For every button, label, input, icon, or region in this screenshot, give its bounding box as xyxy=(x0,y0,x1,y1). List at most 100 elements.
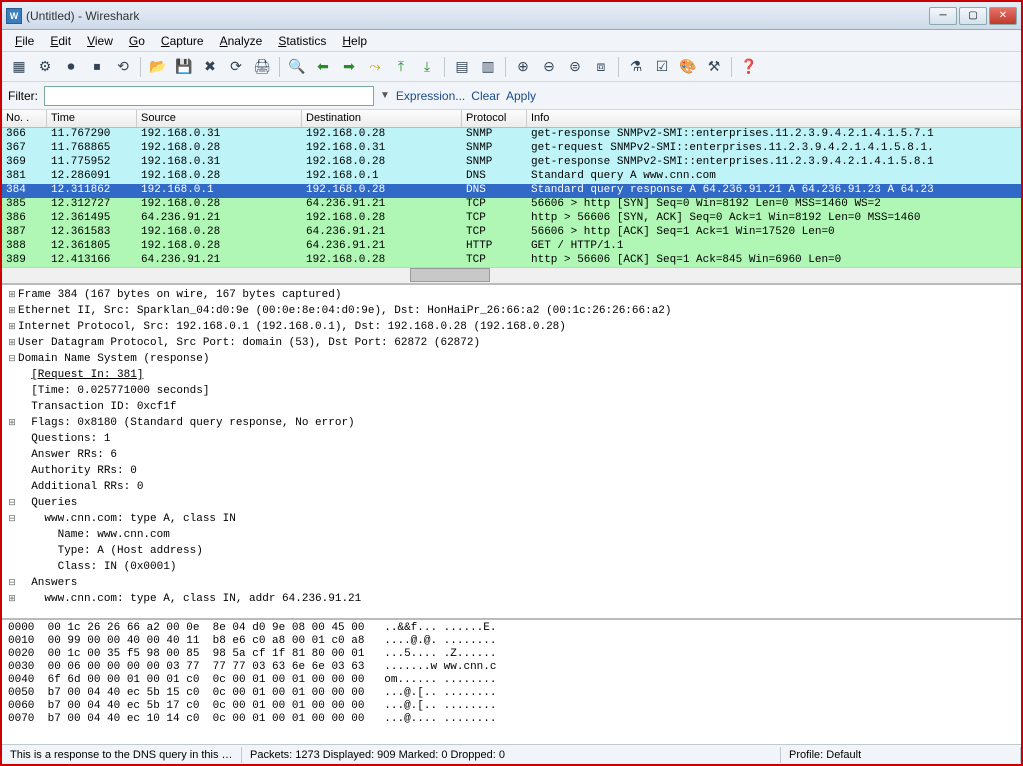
zoom-fit-icon[interactable]: ⊜ xyxy=(564,56,586,78)
close-button[interactable]: ✕ xyxy=(989,7,1017,25)
col-info[interactable]: Info xyxy=(527,110,1021,127)
bytes-line[interactable]: 0020 00 1c 00 35 f5 98 00 85 98 5a cf 1f… xyxy=(8,648,1015,661)
go-forward-icon[interactable]: ➡ xyxy=(338,56,360,78)
zoom-out-icon[interactable]: ⊖ xyxy=(538,56,560,78)
expand-icon xyxy=(6,383,18,398)
prefs-icon[interactable]: ⚒ xyxy=(703,56,725,78)
colorize-icon[interactable]: ▤ xyxy=(451,56,473,78)
apply-button[interactable]: Apply xyxy=(506,89,536,103)
bytes-line[interactable]: 0000 00 1c 26 26 66 a2 00 0e 8e 04 d0 9e… xyxy=(8,622,1015,635)
detail-line[interactable]: ⊟Domain Name System (response) xyxy=(6,351,1017,367)
detail-line: Transaction ID: 0xcf1f xyxy=(6,399,1017,415)
expression-button[interactable]: Expression... xyxy=(396,89,465,103)
detail-line[interactable]: ⊟ Answers xyxy=(6,575,1017,591)
go-last-icon[interactable]: ⤓ xyxy=(416,56,438,78)
expand-icon[interactable]: ⊟ xyxy=(6,495,18,510)
filter-input[interactable] xyxy=(44,86,374,106)
close-file-icon[interactable]: ✖ xyxy=(199,56,221,78)
expand-icon[interactable]: ⊞ xyxy=(6,591,18,606)
horizontal-scrollbar[interactable] xyxy=(2,267,1021,283)
bytes-line[interactable]: 0060 b7 00 04 40 ec 5b 17 c0 0c 00 01 00… xyxy=(8,700,1015,713)
expand-icon[interactable]: ⊞ xyxy=(6,303,18,318)
menu-edit[interactable]: Edit xyxy=(43,32,78,50)
expand-icon[interactable]: ⊟ xyxy=(6,575,18,590)
packet-row[interactable]: 38812.361805192.168.0.2864.236.91.21HTTP… xyxy=(2,240,1021,254)
col-source[interactable]: Source xyxy=(137,110,302,127)
minimize-button[interactable]: ─ xyxy=(929,7,957,25)
capture-filters-icon[interactable]: ⚗ xyxy=(625,56,647,78)
interfaces-icon[interactable]: ▦ xyxy=(8,56,30,78)
autoscroll-icon[interactable]: ▥ xyxy=(477,56,499,78)
start-capture-icon[interactable]: ⏺ xyxy=(60,56,82,78)
menu-view[interactable]: View xyxy=(80,32,120,50)
packet-row[interactable]: 38912.41316664.236.91.21192.168.0.28TCPh… xyxy=(2,254,1021,267)
packet-details-pane[interactable]: ⊞Frame 384 (167 bytes on wire, 167 bytes… xyxy=(2,285,1021,620)
packet-bytes-pane[interactable]: 0000 00 1c 26 26 66 a2 00 0e 8e 04 d0 9e… xyxy=(2,620,1021,744)
menu-statistics[interactable]: Statistics xyxy=(271,32,333,50)
menu-go[interactable]: Go xyxy=(122,32,152,50)
detail-line[interactable]: ⊞Ethernet II, Src: Sparklan_04:d0:9e (00… xyxy=(6,303,1017,319)
maximize-button[interactable]: ▢ xyxy=(959,7,987,25)
col-no[interactable]: No. . xyxy=(2,110,47,127)
bytes-line[interactable]: 0010 00 99 00 00 40 00 40 11 b8 e6 c0 a8… xyxy=(8,635,1015,648)
bytes-line[interactable]: 0050 b7 00 04 40 ec 5b 15 c0 0c 00 01 00… xyxy=(8,687,1015,700)
packet-row[interactable]: 36611.767290192.168.0.31192.168.0.28SNMP… xyxy=(2,128,1021,142)
bytes-line[interactable]: 0040 6f 6d 00 00 01 00 01 c0 0c 00 01 00… xyxy=(8,674,1015,687)
print-icon[interactable]: 🖨 xyxy=(251,56,273,78)
packet-list-body[interactable]: 36611.767290192.168.0.31192.168.0.28SNMP… xyxy=(2,128,1021,267)
expand-icon[interactable]: ⊞ xyxy=(6,287,18,302)
packet-row[interactable]: 38112.286091192.168.0.28192.168.0.1DNSSt… xyxy=(2,170,1021,184)
menu-file[interactable]: File xyxy=(8,32,41,50)
col-time[interactable]: Time xyxy=(47,110,137,127)
packet-row[interactable]: 38712.361583192.168.0.2864.236.91.21TCP5… xyxy=(2,226,1021,240)
bytes-line[interactable]: 0030 00 06 00 00 00 00 03 77 77 77 03 63… xyxy=(8,661,1015,674)
go-back-icon[interactable]: ⬅ xyxy=(312,56,334,78)
menu-help[interactable]: Help xyxy=(335,32,374,50)
packet-row[interactable]: 38412.311862192.168.0.1192.168.0.28DNSSt… xyxy=(2,184,1021,198)
packet-row[interactable]: 36711.768865192.168.0.28192.168.0.31SNMP… xyxy=(2,142,1021,156)
packet-row[interactable]: 38512.312727192.168.0.2864.236.91.21TCP5… xyxy=(2,198,1021,212)
expand-icon xyxy=(6,463,18,478)
go-first-icon[interactable]: ⤒ xyxy=(390,56,412,78)
menu-analyze[interactable]: Analyze xyxy=(213,32,270,50)
reload-icon[interactable]: ⟳ xyxy=(225,56,247,78)
col-destination[interactable]: Destination xyxy=(302,110,462,127)
resize-columns-icon[interactable]: ⧈ xyxy=(590,56,612,78)
packet-row[interactable]: 38612.36149564.236.91.21192.168.0.28TCPh… xyxy=(2,212,1021,226)
detail-line[interactable]: ⊞User Datagram Protocol, Src Port: domai… xyxy=(6,335,1017,351)
detail-line[interactable]: ⊞Frame 384 (167 bytes on wire, 167 bytes… xyxy=(6,287,1017,303)
detail-line: Answer RRs: 6 xyxy=(6,447,1017,463)
expand-icon[interactable]: ⊞ xyxy=(6,415,18,430)
options-icon[interactable]: ⚙ xyxy=(34,56,56,78)
expand-icon[interactable]: ⊟ xyxy=(6,351,18,366)
titlebar: W (Untitled) - Wireshark ─ ▢ ✕ xyxy=(2,2,1021,30)
zoom-in-icon[interactable]: ⊕ xyxy=(512,56,534,78)
status-packets: Packets: 1273 Displayed: 909 Marked: 0 D… xyxy=(242,747,781,763)
detail-line[interactable]: ⊟ Queries xyxy=(6,495,1017,511)
stop-capture-icon[interactable]: ⏹ xyxy=(86,56,108,78)
detail-line: Class: IN (0x0001) xyxy=(6,559,1017,575)
expand-icon[interactable]: ⊟ xyxy=(6,511,18,526)
detail-line[interactable]: ⊟ www.cnn.com: type A, class IN xyxy=(6,511,1017,527)
detail-line[interactable]: ⊞ www.cnn.com: type A, class IN, addr 64… xyxy=(6,591,1017,607)
display-filters-icon[interactable]: ☑ xyxy=(651,56,673,78)
packet-row[interactable]: 36911.775952192.168.0.31192.168.0.28SNMP… xyxy=(2,156,1021,170)
detail-line[interactable]: ⊞Internet Protocol, Src: 192.168.0.1 (19… xyxy=(6,319,1017,335)
expand-icon[interactable]: ⊞ xyxy=(6,319,18,334)
open-icon[interactable]: 📂 xyxy=(147,56,169,78)
restart-capture-icon[interactable]: ⟲ xyxy=(112,56,134,78)
go-to-icon[interactable]: ⤳ xyxy=(364,56,386,78)
menu-capture[interactable]: Capture xyxy=(154,32,211,50)
find-icon[interactable]: 🔍 xyxy=(286,56,308,78)
scrollbar-thumb[interactable] xyxy=(410,268,490,282)
separator xyxy=(505,57,506,77)
save-icon[interactable]: 💾 xyxy=(173,56,195,78)
help-icon[interactable]: ❓ xyxy=(738,56,760,78)
bytes-line[interactable]: 0070 b7 00 04 40 ec 10 14 c0 0c 00 01 00… xyxy=(8,713,1015,726)
detail-line[interactable]: ⊞ Flags: 0x8180 (Standard query response… xyxy=(6,415,1017,431)
clear-button[interactable]: Clear xyxy=(471,89,500,103)
coloring-rules-icon[interactable]: 🎨 xyxy=(677,56,699,78)
filter-dropdown-icon[interactable]: ▼ xyxy=(380,90,390,101)
col-protocol[interactable]: Protocol xyxy=(462,110,527,127)
expand-icon[interactable]: ⊞ xyxy=(6,335,18,350)
